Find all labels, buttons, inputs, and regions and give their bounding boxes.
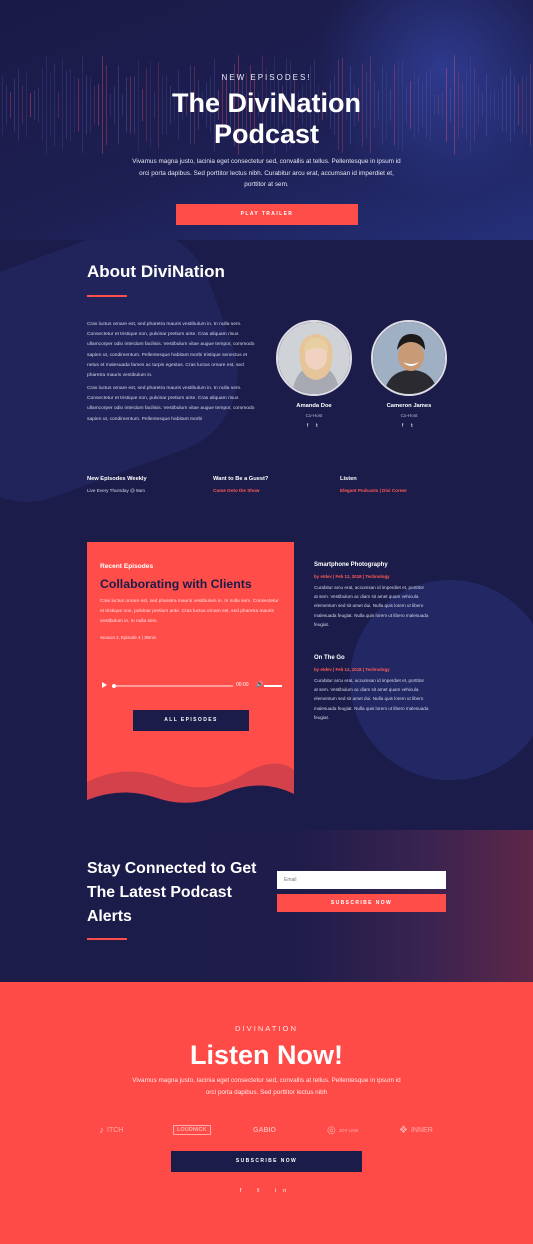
volume-slider[interactable] <box>264 685 282 687</box>
hero-title: The DiviNation Podcast <box>0 88 533 150</box>
info-guest: Want to Be a Guest? Come Onto the Show <box>213 476 343 493</box>
listen-title: Listen Now! <box>190 1040 343 1070</box>
listen-description: Vivamus magna justo, lacinia eget consec… <box>132 1077 401 1096</box>
info-title: Want to Be a Guest? <box>213 476 269 482</box>
hero-title-line1: The DiviNation <box>171 88 361 118</box>
social-links[interactable]: f 𝕥 in <box>0 1188 533 1194</box>
logo-joylink: ◎ JOY LINK <box>327 1124 359 1136</box>
episode-title[interactable]: Smartphone Photography <box>314 562 429 568</box>
about-title-divider <box>87 295 127 297</box>
card-title: Collaborating with Clients <box>100 577 252 591</box>
guest-link[interactable]: Come Onto the Show <box>213 488 343 493</box>
card-meta: Season 2, Episode 4 | 36min <box>100 635 157 640</box>
episode-title[interactable]: On The Go <box>314 655 429 661</box>
listen-section: DIVINATION Listen Now! Vivamus magna jus… <box>0 982 533 1244</box>
host-role: Co-Host <box>305 413 323 418</box>
audio-progress-handle[interactable] <box>112 683 116 688</box>
newsletter-divider <box>87 938 127 940</box>
info-title: Listen <box>340 476 357 482</box>
subscribe-now-button[interactable]: SUBSCRIBE NOW <box>171 1151 362 1172</box>
logo-gabio: GABIO <box>253 1126 276 1134</box>
about-paragraph-1: Cras luctus ornare est, sed pharetra mau… <box>87 322 255 379</box>
host-photo-cameron <box>371 320 447 396</box>
recent-episode-card: Recent Episodes Collaborating with Clien… <box>87 542 294 815</box>
listen-links[interactable]: Elegant Podcasts | Divi Corner <box>340 488 470 493</box>
host-social-links[interactable]: f 𝕥 <box>369 423 449 429</box>
partner-logos: ♪ ITCH LOUDNICK GABIO ◎ JOY LINK ❖ INNER <box>95 1120 440 1140</box>
host-card-cameron: Cameron James Co-Host f 𝕥 <box>369 320 449 429</box>
info-new-episodes: New Episodes Weekly Live Every Thursday … <box>87 476 217 493</box>
host-role: Co-Host <box>400 413 418 418</box>
email-field[interactable] <box>277 871 446 889</box>
subscribe-button[interactable]: SUBSCRIBE NOW <box>277 894 446 912</box>
hero-section: NEW EPISODES! The DiviNation Podcast Viv… <box>0 0 533 240</box>
host-name: Amanda Doe <box>296 403 332 409</box>
episodes-section: Recent Episodes Collaborating with Clien… <box>0 530 533 830</box>
audio-time: 00:00 <box>236 682 249 688</box>
episode-description: Curabitur arcu erat, accumsan id imperdi… <box>314 678 429 720</box>
info-value: Live Every Thursday @ 9am <box>87 488 145 493</box>
info-listen: Listen Elegant Podcasts | Divi Corner <box>340 476 470 493</box>
volume-icon[interactable]: 🔊 <box>256 682 263 689</box>
audio-progress-track[interactable] <box>113 685 233 687</box>
episode-item[interactable]: On The Go by etdev | Feb 12, 2018 | Tech… <box>314 655 429 722</box>
listen-kicker: DIVINATION <box>235 1024 298 1033</box>
episode-item[interactable]: Smartphone Photography by etdev | Feb 12… <box>314 562 429 629</box>
episode-meta: by etdev | Feb 12, 2018 | Technology <box>314 667 390 672</box>
newsletter-section: Stay Connected to Get The Latest Podcast… <box>0 830 533 982</box>
all-episodes-button[interactable]: ALL EPISODES <box>133 710 249 731</box>
card-description: Cras luctus ornare est, sed pharetra mau… <box>100 599 279 624</box>
play-trailer-button[interactable]: PLAY TRAILER <box>176 204 358 225</box>
hero-kicker: NEW EPISODES! <box>221 73 312 82</box>
hero-description: Vivamus magna justo, lacinia eget consec… <box>132 158 401 188</box>
about-title: About DiviNation <box>87 262 225 281</box>
logo-loudnick: LOUDNICK <box>173 1120 211 1140</box>
logo-itch: ♪ ITCH <box>99 1124 124 1136</box>
about-paragraph-2: Cras luctus ornare est, sed pharetra mau… <box>87 386 255 422</box>
about-section: About DiviNation Cras luctus ornare est,… <box>0 240 533 530</box>
host-social-links[interactable]: f 𝕥 <box>274 423 354 429</box>
host-name: Cameron James <box>386 403 432 409</box>
card-label: Recent Episodes <box>100 563 154 570</box>
episode-meta: by etdev | Feb 12, 2018 | Technology <box>314 574 390 579</box>
host-card-amanda: Amanda Doe Co-Host f 𝕥 <box>274 320 354 429</box>
play-icon[interactable] <box>102 682 107 688</box>
newsletter-title: Stay Connected to Get The Latest Podcast… <box>87 860 257 925</box>
logo-inner: ❖ INNER <box>399 1124 433 1136</box>
audio-player: 00:00 🔊 <box>100 681 282 691</box>
host-photo-amanda <box>276 320 352 396</box>
card-wave-decoration <box>87 763 294 815</box>
episode-description: Curabitur arcu erat, accumsan id imperdi… <box>314 585 429 627</box>
hero-title-line2: Podcast <box>213 119 320 149</box>
info-title: New Episodes Weekly <box>87 476 147 482</box>
